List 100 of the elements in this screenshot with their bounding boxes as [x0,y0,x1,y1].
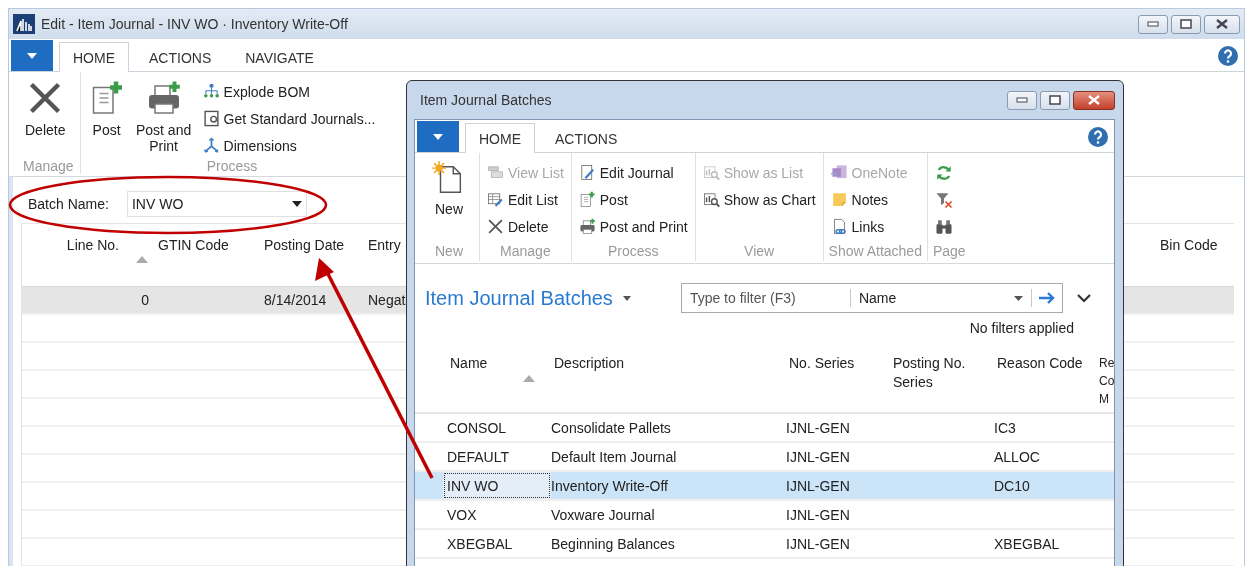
table-cell: XBEGBAL [447,535,513,552]
maximize-icon [1180,19,1192,29]
column-header[interactable]: Posting Date [264,237,362,253]
column-header[interactable]: Reason Code [997,354,1099,373]
column-header[interactable]: Name [450,354,551,373]
ribbon-button[interactable]: Explode BOM [200,80,378,103]
ribbon-button[interactable]: Links [828,215,910,238]
window-title: Edit - Item Journal - INV WO · Inventory Write-Off [41,16,348,32]
table-cell: XBEGBAL [994,535,1060,552]
ribbon-button[interactable]: Post [576,188,690,211]
close-icon [1088,95,1100,105]
ribbon-button[interactable]: New [424,157,474,243]
table-cell: VOX [447,506,477,523]
column-header[interactable]: Bin Code [1160,237,1234,253]
column-header[interactable]: Posting No. Series [893,354,994,392]
ribbon-button[interactable]: Edit Journal [576,161,690,184]
filter-status: No filters applied [969,320,1074,338]
list-icon [487,164,504,181]
group-label: Show Attached [828,243,922,259]
arrow-right-icon[interactable] [1037,291,1056,305]
table-cell: 0 [141,292,149,308]
help-icon[interactable] [1218,46,1238,66]
ribbon-tab[interactable]: ACTIONS [135,43,226,72]
table-cell: 8/14/2014 [264,292,327,308]
table-cell: Consolidate Pallets [551,419,671,436]
table-cell: CONSOL [447,419,507,436]
maximize-button[interactable] [1171,14,1201,34]
minimize-button[interactable] [1138,14,1168,34]
chevron-down-icon[interactable] [1076,293,1091,303]
caret-icon [433,133,443,140]
magnifier-chart-icon [702,191,720,208]
group-label: Process [205,158,259,174]
table-cell: INV WO [447,477,499,494]
ribbon-button[interactable]: Edit List [485,188,566,211]
note-icon [830,191,848,208]
close-button[interactable] [1204,14,1240,34]
caret-icon[interactable] [622,295,631,301]
document-pencil-icon [578,164,596,181]
table-cell: DEFAULT [447,448,509,465]
table-cell: Voxware Journal [551,506,655,523]
column-header[interactable]: No. Series [789,354,890,373]
magnifier-list-icon [702,164,720,181]
ribbon-button[interactable]: Dimensions [200,134,378,157]
menu-button[interactable] [417,121,459,152]
table-cell: Beginning Balances [551,535,675,552]
group-label: Page [932,243,966,259]
ribbon-button[interactable]: Get Standard Journals... [200,107,378,130]
notebook-icon [830,164,848,181]
batch-name-dropdown[interactable]: INV WO [126,191,307,217]
batch-row[interactable]: INV WO Inventory Write-Off IJNL-GEN DC10 [415,472,1114,501]
table-cell: IC3 [994,419,1016,436]
table-cell: Inventory Write-Off [551,477,668,494]
document-icon [202,110,220,127]
ribbon-button[interactable]: Post and Print [576,215,690,238]
table-cell: IJNL-GEN [786,535,850,552]
ribbon-button[interactable]: Show as Chart [700,188,818,211]
maximize-icon [1049,95,1061,105]
ribbon-button[interactable]: Notes [828,188,910,211]
column-header[interactable]: Description [554,354,786,373]
batch-row[interactable]: VOX Voxware Journal IJNL-GEN [415,501,1114,530]
ribbon-tab[interactable]: NAVIGATE [231,43,328,72]
column-header[interactable]: Re Co M [1099,354,1113,408]
window-title: Item Journal Batches [420,92,552,108]
filter-column-select[interactable]: Name [850,289,1032,307]
column-header[interactable]: Line No. [22,237,119,253]
table-cell: Default Item Journal [551,448,677,465]
table-cell: IJNL-GEN [786,419,850,436]
minimize-icon [1147,21,1159,27]
close-icon [1216,19,1228,29]
ribbon-button[interactable]: Delete [23,76,68,158]
column-header[interactable]: GTIN Code [158,237,258,253]
close-button[interactable] [1073,90,1115,110]
page-title: Item Journal Batches [425,286,613,310]
batch-row[interactable]: CONSOL Consolidate Pallets IJNL-GEN IC3 [415,414,1114,443]
ribbon-tab[interactable]: ACTIONS [541,124,632,153]
ribbon-tab[interactable]: HOME [59,42,129,72]
group-label: New [434,243,464,259]
filter-field[interactable]: Type to filter (F3) Name [680,283,1063,313]
group-label: Process [606,243,660,259]
document-plus-icon [578,191,596,208]
batch-row[interactable]: XBEGBAL Beginning Balances IJNL-GEN XBEGBAL [415,530,1114,559]
ribbon-button[interactable]: Post and Print [132,76,195,158]
hierarchy-icon [202,83,220,100]
caret-icon [27,52,37,59]
ribbon-button[interactable]: Post [86,76,127,158]
menu-button[interactable] [11,40,53,71]
help-icon[interactable] [1088,127,1108,147]
table-cell: ALLOC [994,448,1040,465]
binoculars-icon [934,217,953,236]
minimize-button[interactable] [1007,90,1037,110]
ribbon-button[interactable]: Delete [485,215,566,238]
sort-arrow-icon [523,375,535,382]
table-cell: IJNL-GEN [786,506,850,523]
table-cell: IJNL-GEN [786,477,850,494]
ribbon-tab[interactable]: HOME [465,123,535,153]
group-label: View [743,243,776,259]
table-cell: Negat [368,292,406,308]
delete-icon [487,218,504,235]
branch-icon [202,137,220,154]
maximize-button[interactable] [1040,90,1070,110]
